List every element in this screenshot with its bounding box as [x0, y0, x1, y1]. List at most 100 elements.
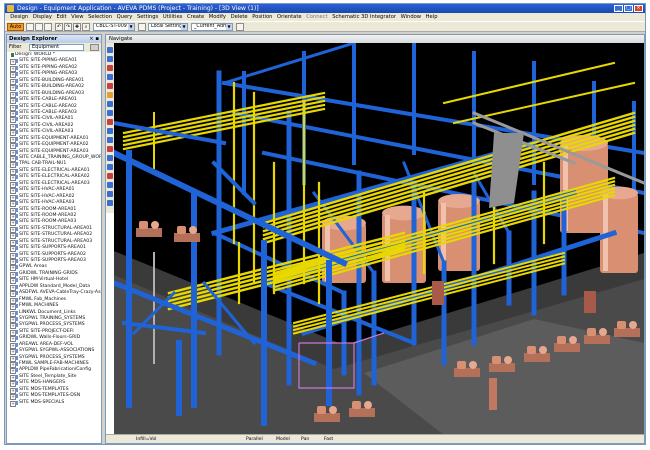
new-icon[interactable]: [26, 23, 34, 31]
tree-item-label: SITE SITE-SUPPORTS-AREA02: [19, 251, 86, 257]
measure-icon[interactable]: [107, 146, 113, 152]
menu-connect[interactable]: Connect: [304, 13, 330, 21]
view-icon[interactable]: [107, 155, 113, 161]
limits-icon[interactable]: [107, 200, 113, 206]
element-icon: [15, 213, 18, 218]
element-icon: [15, 259, 18, 263]
restore-icon[interactable]: [107, 182, 113, 188]
element-icon: [15, 136, 18, 141]
menu-utilities[interactable]: Utilities: [161, 13, 185, 21]
menu-help[interactable]: Help: [423, 13, 439, 21]
tree-item-label: SITE SITE-HVAC-AREA02: [19, 193, 75, 199]
undo-icon[interactable]: ↶: [55, 23, 63, 31]
navigate-icon[interactable]: [107, 47, 113, 53]
pan-icon[interactable]: [107, 110, 113, 116]
menu-window[interactable]: Window: [398, 13, 423, 21]
element-icon: [15, 252, 18, 257]
section-icon[interactable]: [107, 173, 113, 179]
open-icon[interactable]: [35, 23, 43, 31]
pump-skid-casing: [629, 321, 637, 329]
save-view-icon[interactable]: [107, 191, 113, 197]
pump-skid-casing: [469, 361, 477, 369]
design-tree[interactable]: Design: WORLD * + SITE SITE-PIPING-AREA01 +…: [7, 52, 101, 443]
redo-icon[interactable]: ↷: [64, 23, 72, 31]
chevron-down-icon[interactable]: ▼: [181, 24, 187, 30]
properties-icon[interactable]: [236, 23, 244, 31]
tree-item-label: SITE SITE-PIPING-AREA01: [19, 58, 78, 64]
filter-options-icon[interactable]: [90, 44, 99, 51]
3d-plant-model[interactable]: [114, 43, 644, 435]
settings-combo-value: Local Settings: [151, 24, 185, 29]
tree-item-label: SITE MDS-HANGERS: [19, 380, 66, 386]
light-icon[interactable]: [107, 92, 113, 98]
tree-item-label: SYGPWL PROCESS_SYSTEMS: [19, 354, 85, 360]
menu-schematic-3d-integrator[interactable]: Schematic 3D Integrator: [330, 13, 398, 21]
tree-item-label: SITE SITE-STRUCTURAL-AREA01: [19, 225, 93, 231]
menu-view[interactable]: View: [69, 13, 86, 21]
tree-item-label: APPLDW Standard_Model_Data: [19, 283, 91, 289]
element-icon: [15, 123, 18, 128]
pump-skid: [489, 363, 515, 372]
members-icon[interactable]: [138, 23, 146, 31]
element-icon: [15, 207, 18, 212]
element-icon: [15, 72, 18, 77]
current-combo[interactable]: _Current_Admi ▼: [191, 23, 233, 31]
save-icon[interactable]: [44, 23, 52, 31]
element-combo[interactable]: CBLC-ST-009 ▼: [93, 23, 135, 31]
menu-delete[interactable]: Delete: [228, 13, 250, 21]
tree-item-label: SYGPWL TRAINING_SYSTEMS: [19, 315, 86, 321]
element-icon: [15, 278, 18, 283]
tree-item-label: SITE SITE-BUILDING-AREA02: [19, 84, 85, 90]
element-icon: [15, 239, 18, 244]
menu-create[interactable]: Create: [185, 13, 207, 21]
3d-model-scene[interactable]: [114, 43, 644, 435]
view-toolbar: [106, 43, 114, 213]
pump-skid-casing: [504, 356, 512, 364]
element-icon: [15, 175, 18, 180]
close-panel-icon[interactable]: × ▪: [89, 35, 99, 43]
menu-query[interactable]: Query: [114, 13, 134, 21]
tree-item-label: GRIDWL TRAINING-GRIDS: [19, 270, 78, 276]
chevron-down-icon[interactable]: ▼: [128, 24, 134, 30]
fit-icon[interactable]: [107, 128, 113, 134]
menu-position[interactable]: Position: [250, 13, 275, 21]
chevron-down-icon[interactable]: ▼: [226, 24, 232, 30]
menu-display[interactable]: Display: [31, 13, 55, 21]
app-logo-icon: [7, 5, 14, 12]
look-icon[interactable]: [107, 137, 113, 143]
tree-item-label: FMWL SAMPLE-FAB-MACHINES: [19, 361, 89, 366]
walk-icon[interactable]: [107, 83, 113, 89]
auto-mode-button[interactable]: Auto: [7, 23, 24, 31]
tree-item-label: SITE SITE-CIVIL-AREA02: [19, 122, 74, 128]
element-icon: [15, 130, 18, 135]
pump-skid: [614, 328, 640, 337]
element-icon: [15, 162, 18, 167]
tree-item[interactable]: + SITE MDS-SPECIALS: [7, 400, 101, 407]
menu-settings[interactable]: Settings: [135, 13, 161, 21]
tree-item-label: SITE SITE-EQUIPMENT-AREA01: [19, 135, 89, 141]
close-icon[interactable]: ×: [634, 5, 643, 12]
menu-selection[interactable]: Selection: [86, 13, 115, 21]
select-icon[interactable]: [107, 56, 113, 62]
delete-icon[interactable]: [107, 65, 113, 71]
grid-icon[interactable]: [107, 164, 113, 170]
settings-combo[interactable]: Local Settings ▼: [148, 23, 188, 31]
window-title: Design - Equipment Application - AVEVA P…: [17, 5, 259, 12]
maximize-icon[interactable]: □: [624, 5, 633, 12]
pump-skid-motor: [457, 361, 466, 369]
zoom-in-icon[interactable]: [107, 74, 113, 80]
pump-skid-casing: [189, 226, 197, 234]
zoom-icon[interactable]: ⌕: [82, 23, 90, 31]
element-icon: [15, 233, 18, 238]
menu-design[interactable]: Design: [8, 13, 31, 21]
clip-icon[interactable]: [107, 119, 113, 125]
navigate-icon[interactable]: ✚: [73, 23, 81, 31]
menu-orientate[interactable]: Orientate: [275, 13, 304, 21]
menu-modify[interactable]: Modify: [206, 13, 228, 21]
menu-edit[interactable]: Edit: [54, 13, 69, 21]
tree-item-label: SITE SITE-STRUCTURAL-AREA02: [19, 232, 93, 238]
filter-select[interactable]: Equipment: [29, 44, 84, 51]
rotate-icon[interactable]: [107, 101, 113, 107]
element-combo-value: CBLC-ST-009: [96, 24, 127, 29]
minimize-icon[interactable]: _: [614, 5, 623, 12]
